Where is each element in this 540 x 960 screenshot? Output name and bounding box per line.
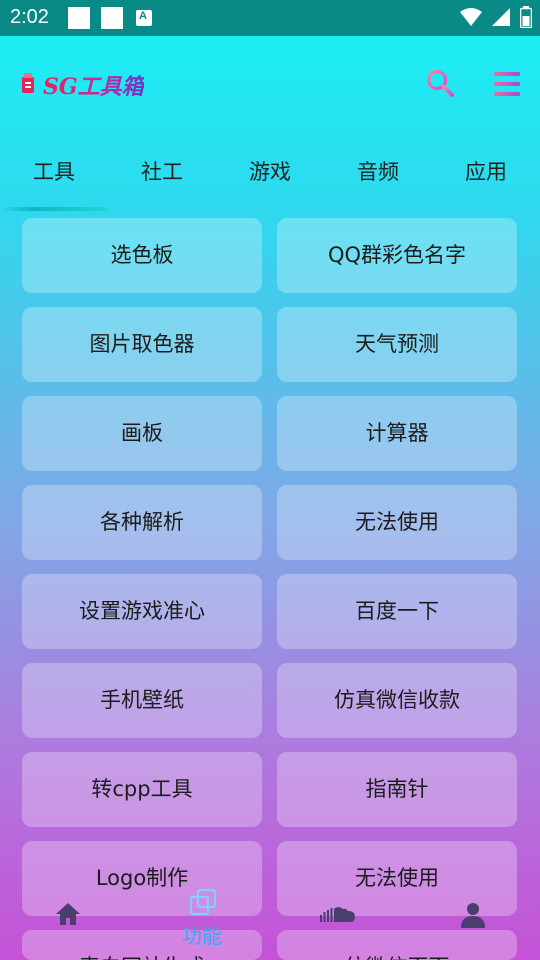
notification-square-icon [68,7,90,29]
nav-music[interactable] [284,880,392,960]
tool-tile[interactable]: 百度一下 [277,574,517,649]
battery-icon [520,6,532,28]
status-icons [456,6,532,30]
status-bar: 2:02 A [0,0,540,36]
tool-tile[interactable]: 选色板 [22,218,262,293]
nav-functions-label: 功能 [182,924,222,948]
tool-tile[interactable]: 计算器 [277,396,517,471]
tool-tile[interactable]: 画板 [22,396,262,471]
nav-home[interactable] [14,880,122,960]
tab-games[interactable]: 游戏 [216,150,324,194]
tab-tools[interactable]: 工具 [0,150,108,194]
notification-a-icon: A [136,10,152,26]
signal-icon [491,8,510,26]
category-tabs: 工具 社工 游戏 音频 应用 [0,150,540,211]
tab-apps[interactable]: 应用 [432,150,540,194]
menu-icon[interactable] [492,70,522,98]
tool-tile[interactable]: QQ群彩色名字 [277,218,517,293]
app-title: SG工具箱 [43,69,144,101]
function-icon [189,888,217,916]
app-logo-icon [22,73,34,93]
tool-tile[interactable]: 转cpp工具 [22,752,262,827]
app-screen: 2:02 A SG工具箱 工具 社工 游戏 音频 应用 选色板 QQ群彩色名字 … [0,0,540,960]
app-header: SG工具箱 [0,36,540,136]
status-time: 2:02 [10,6,49,28]
music-icon [320,907,355,922]
tool-tile[interactable]: 设置游戏准心 [22,574,262,649]
tool-tile[interactable]: 天气预测 [277,307,517,382]
notification-square-icon [101,7,123,29]
tab-indicator [0,207,108,211]
nav-user[interactable] [418,880,526,960]
nav-functions[interactable]: 功能 [148,880,256,960]
search-icon[interactable] [425,68,455,98]
tool-tile[interactable]: 图片取色器 [22,307,262,382]
tool-tile[interactable]: 无法使用 [277,485,517,560]
wifi-icon [459,8,482,26]
tab-audio[interactable]: 音频 [324,150,432,194]
tool-tile[interactable]: 指南针 [277,752,517,827]
home-icon [56,903,80,925]
tool-tile[interactable]: 仿真微信收款 [277,663,517,738]
user-icon [461,903,485,928]
bottom-nav: 功能 [0,880,540,960]
tool-tile[interactable]: 手机壁纸 [22,663,262,738]
tool-tile[interactable]: 各种解析 [22,485,262,560]
tab-social[interactable]: 社工 [108,150,216,194]
